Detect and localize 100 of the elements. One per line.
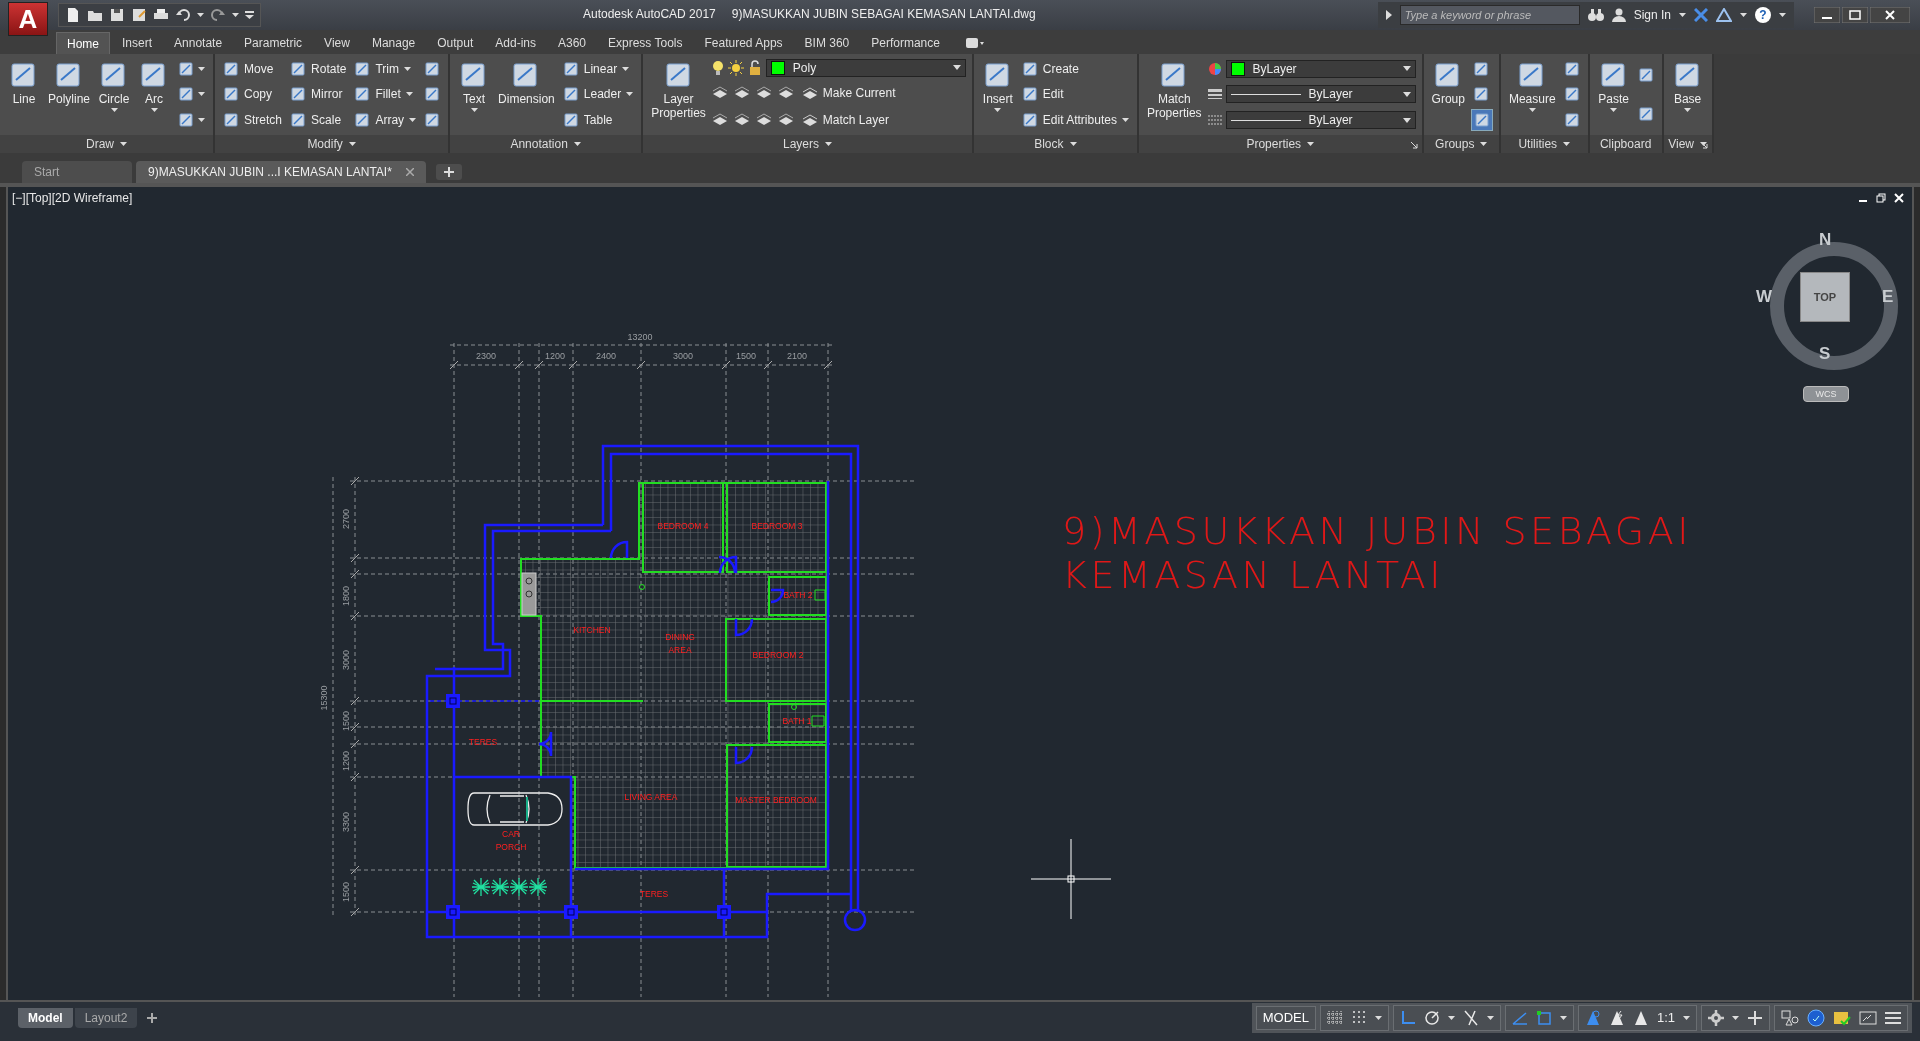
- ribbon-tab[interactable]: Output: [427, 32, 484, 54]
- tool-button[interactable]: Base: [1669, 56, 1706, 115]
- ribbon-tab[interactable]: Express Tools: [598, 32, 693, 54]
- tool-button[interactable]: Create: [1019, 57, 1131, 80]
- panel-title[interactable]: Groups: [1435, 137, 1475, 151]
- compass-direction[interactable]: S: [1819, 344, 1831, 364]
- dropdown-arrow-icon[interactable]: [1402, 117, 1411, 123]
- annotation-visibility-icon[interactable]: [1584, 1008, 1601, 1027]
- annotation-scale-button[interactable]: 1:1: [1656, 1010, 1675, 1025]
- close-icon[interactable]: [1870, 7, 1910, 23]
- tool-button[interactable]: Arc: [136, 56, 173, 115]
- expand-icon[interactable]: [1385, 10, 1392, 20]
- customize-icon[interactable]: [245, 11, 254, 19]
- dialog-launcher-icon[interactable]: [1700, 142, 1708, 149]
- restore-icon[interactable]: [1876, 193, 1886, 203]
- tool-button[interactable]: Table: [560, 109, 636, 132]
- minimize-icon[interactable]: [1814, 7, 1840, 23]
- fullscreen-icon[interactable]: [1859, 1010, 1877, 1025]
- layer-tool-icon[interactable]: [777, 111, 794, 128]
- caret-icon[interactable]: [1684, 108, 1692, 113]
- application-menu-button[interactable]: A: [8, 2, 48, 36]
- tool-button[interactable]: Copy: [221, 83, 285, 106]
- tool-button[interactable]: Fillet: [352, 83, 419, 106]
- tool-button[interactable]: Circle: [96, 56, 133, 115]
- dialog-launcher-icon[interactable]: [1410, 142, 1418, 149]
- caret-icon[interactable]: [1374, 1015, 1382, 1020]
- caret-icon[interactable]: [197, 13, 204, 17]
- hardware-acceleration-icon[interactable]: [1807, 1008, 1825, 1027]
- ribbon-tab[interactable]: Insert: [112, 32, 163, 54]
- ribbon-tab[interactable]: Annotate: [164, 32, 233, 54]
- caret-icon[interactable]: [1563, 142, 1571, 146]
- panel-title[interactable]: Layers: [783, 137, 819, 151]
- tool-button[interactable]: Make Current: [799, 81, 898, 104]
- document-tab[interactable]: Start: [22, 161, 132, 183]
- caret-icon[interactable]: [198, 92, 206, 97]
- tool-button[interactable]: Layer Properties: [649, 56, 708, 123]
- tool-button[interactable]: Measure: [1506, 56, 1558, 115]
- ribbon-tab[interactable]: A360: [548, 32, 596, 54]
- ribbon-tab[interactable]: BIM 360: [794, 32, 860, 54]
- layer-dropdown[interactable]: ByLayer: [1225, 59, 1416, 78]
- line-weight-icon[interactable]: [1207, 113, 1222, 128]
- tool-button[interactable]: [1470, 109, 1493, 132]
- object-snap-icon[interactable]: [1535, 1008, 1552, 1027]
- caret-icon[interactable]: [994, 108, 1002, 113]
- compass-direction[interactable]: N: [1819, 230, 1832, 250]
- document-tab[interactable]: 9)MASUKKAN JUBIN ...I KEMASAN LANTAI*: [136, 161, 426, 183]
- panel-title[interactable]: Utilities: [1518, 137, 1558, 151]
- ribbon-tab[interactable]: Performance: [861, 32, 950, 54]
- autoscale-icon[interactable]: [1608, 1008, 1625, 1027]
- new-tab-button[interactable]: [435, 164, 462, 180]
- panel-title[interactable]: Annotation: [510, 137, 568, 151]
- save-icon[interactable]: [109, 7, 125, 23]
- layout-tab[interactable]: Model: [18, 1007, 73, 1028]
- dropdown-arrow-icon[interactable]: [1402, 92, 1411, 97]
- grid-icon[interactable]: [1326, 1008, 1343, 1027]
- layer-tool-icon[interactable]: [711, 111, 728, 128]
- caret-icon[interactable]: [409, 118, 417, 123]
- tool-button[interactable]: Scale: [288, 109, 349, 132]
- caret-icon[interactable]: [198, 66, 206, 71]
- layer-tool-icon[interactable]: [711, 84, 728, 101]
- caret-icon[interactable]: [1121, 118, 1129, 123]
- caret-icon[interactable]: [1732, 1015, 1739, 1020]
- layer-tool-icon[interactable]: [755, 84, 772, 101]
- ribbon-tab[interactable]: View: [314, 32, 360, 54]
- caret-icon[interactable]: [150, 108, 158, 113]
- caret-icon[interactable]: [405, 92, 413, 97]
- caret-icon[interactable]: [1486, 1015, 1494, 1020]
- triangle-icon[interactable]: [1716, 8, 1732, 22]
- tool-button[interactable]: Edit Attributes: [1019, 109, 1131, 132]
- line-weight-icon[interactable]: [1207, 87, 1222, 102]
- search-field[interactable]: Type a keyword or phrase: [1399, 5, 1580, 25]
- tool-button[interactable]: Leader: [560, 83, 636, 106]
- ortho-icon[interactable]: [1399, 1008, 1416, 1027]
- tool-button[interactable]: Match Properties: [1144, 56, 1204, 123]
- model-space-button[interactable]: MODEL: [1255, 1005, 1316, 1030]
- clean-screen-icon[interactable]: [1833, 1009, 1851, 1026]
- tool-button[interactable]: Rotate: [288, 57, 349, 80]
- tool-button[interactable]: Array: [352, 109, 419, 132]
- caret-icon[interactable]: [1740, 13, 1747, 17]
- caret-icon[interactable]: [1683, 1015, 1690, 1020]
- viewport-controls[interactable]: [−][Top][2D Wireframe]: [12, 191, 133, 205]
- layer-tool-icon[interactable]: [733, 111, 750, 128]
- caret-icon[interactable]: [1480, 142, 1488, 146]
- gear-icon[interactable]: [1708, 1009, 1724, 1026]
- caret-icon[interactable]: [626, 92, 634, 97]
- caret-icon[interactable]: [1679, 13, 1686, 17]
- caret-icon[interactable]: [120, 142, 127, 146]
- ribbon-tab[interactable]: Featured Apps: [694, 32, 793, 54]
- caret-icon[interactable]: [1447, 1015, 1455, 1020]
- color-wheel-icon[interactable]: [1207, 61, 1222, 76]
- sign-in-link[interactable]: Sign In: [1633, 8, 1671, 22]
- tool-button[interactable]: Linear: [560, 57, 636, 80]
- help-button[interactable]: ?: [1755, 7, 1771, 23]
- sun-icon[interactable]: [727, 59, 744, 76]
- tool-button[interactable]: Group: [1429, 56, 1467, 109]
- dropdown-arrow-icon[interactable]: [952, 65, 961, 70]
- caret-icon[interactable]: [825, 142, 832, 146]
- isolate-objects-icon[interactable]: [1781, 1009, 1799, 1026]
- caret-icon[interactable]: [622, 66, 630, 71]
- tool-button[interactable]: Match Layer: [799, 108, 891, 131]
